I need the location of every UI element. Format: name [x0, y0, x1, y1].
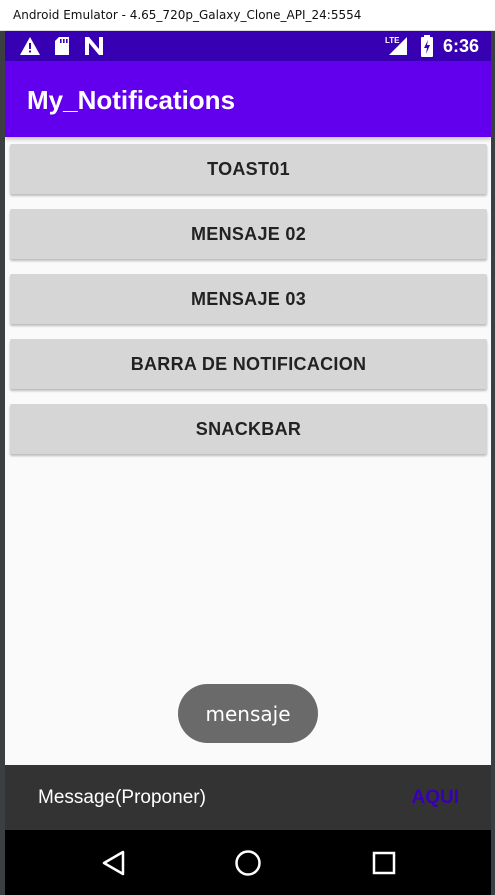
app-bar: My_Notifications: [5, 61, 491, 137]
emulator-title-bar: Android Emulator - 4.65_720p_Galaxy_Clon…: [0, 0, 495, 31]
recents-icon[interactable]: [369, 848, 399, 883]
sd-card-icon: [54, 36, 70, 61]
app-title: My_Notifications: [27, 85, 236, 115]
device-screen: LTE 6:36 My_Notifications TOAST01 MENSAJ…: [5, 31, 491, 895]
status-clock: 6:36: [442, 36, 479, 56]
back-icon[interactable]: [99, 848, 129, 883]
notification-bar-button[interactable]: BARRA DE NOTIFICACION: [10, 339, 487, 389]
snackbar-message: Message(Proponer): [38, 787, 206, 808]
snackbar-action-button[interactable]: AQUI: [412, 787, 460, 809]
status-bar: LTE 6:36: [5, 31, 491, 61]
mensaje-02-button[interactable]: MENSAJE 02: [10, 209, 487, 259]
toast01-button[interactable]: TOAST01: [10, 144, 487, 194]
toast-message: mensaje: [178, 684, 318, 743]
toast-text: mensaje: [205, 701, 291, 726]
ide-background-right: [491, 31, 495, 895]
signal-icon: LTE: [385, 34, 409, 61]
n-logo-icon: [83, 36, 105, 61]
emulator-window-title: Android Emulator - 4.65_720p_Galaxy_Clon…: [13, 8, 362, 22]
home-icon[interactable]: [233, 848, 263, 883]
snackbar-button[interactable]: SNACKBAR: [10, 404, 487, 454]
mensaje-03-button[interactable]: MENSAJE 03: [10, 274, 487, 324]
network-type-label: LTE: [385, 36, 400, 45]
snackbar: Message(Proponer) AQUI: [5, 765, 491, 830]
navigation-bar: [5, 830, 491, 895]
battery-charging-icon: [420, 35, 434, 62]
warning-icon: [19, 36, 41, 61]
